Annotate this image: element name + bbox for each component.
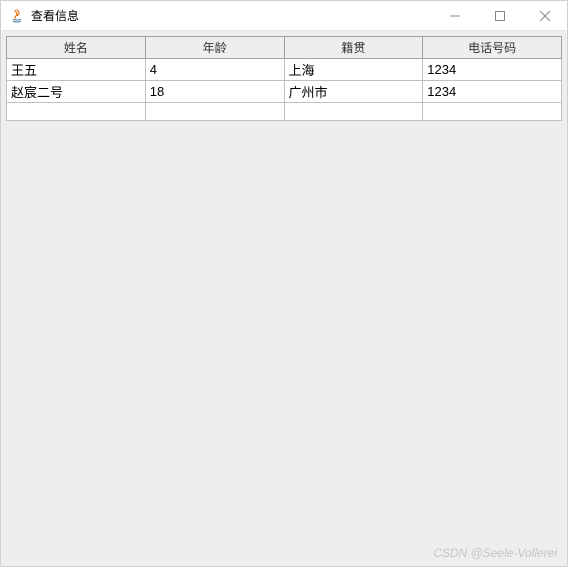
table-row[interactable]: 王五 4 上海 1234 — [7, 59, 562, 81]
col-header-age[interactable]: 年龄 — [145, 37, 284, 59]
cell-name[interactable] — [7, 103, 146, 121]
cell-phone[interactable]: 1234 — [423, 59, 562, 81]
table-row[interactable]: 赵宸二号 18 广州市 1234 — [7, 81, 562, 103]
cell-phone[interactable] — [423, 103, 562, 121]
cell-origin[interactable]: 广州市 — [284, 81, 423, 103]
watermark-text: CSDN @Seele-Vollerei — [433, 546, 557, 560]
cell-origin[interactable] — [284, 103, 423, 121]
cell-name[interactable]: 赵宸二号 — [7, 81, 146, 103]
window-controls — [432, 1, 567, 30]
col-header-name[interactable]: 姓名 — [7, 37, 146, 59]
window-frame: 查看信息 姓名 年龄 籍贯 电话号码 — [0, 0, 568, 567]
data-table[interactable]: 姓名 年龄 籍贯 电话号码 王五 4 上海 1234 赵宸二号 — [6, 36, 562, 121]
cell-origin[interactable]: 上海 — [284, 59, 423, 81]
close-button[interactable] — [522, 1, 567, 30]
window-title: 查看信息 — [31, 7, 432, 24]
col-header-phone[interactable]: 电话号码 — [423, 37, 562, 59]
cell-age[interactable]: 18 — [145, 81, 284, 103]
minimize-button[interactable] — [432, 1, 477, 30]
cell-age[interactable] — [145, 103, 284, 121]
data-table-wrap: 姓名 年龄 籍贯 电话号码 王五 4 上海 1234 赵宸二号 — [6, 36, 562, 121]
java-icon — [9, 8, 25, 24]
titlebar[interactable]: 查看信息 — [1, 1, 567, 31]
table-header-row: 姓名 年龄 籍贯 电话号码 — [7, 37, 562, 59]
col-header-origin[interactable]: 籍贯 — [284, 37, 423, 59]
cell-name[interactable]: 王五 — [7, 59, 146, 81]
content-area: 姓名 年龄 籍贯 电话号码 王五 4 上海 1234 赵宸二号 — [1, 31, 567, 566]
table-row[interactable] — [7, 103, 562, 121]
cell-phone[interactable]: 1234 — [423, 81, 562, 103]
maximize-button[interactable] — [477, 1, 522, 30]
cell-age[interactable]: 4 — [145, 59, 284, 81]
